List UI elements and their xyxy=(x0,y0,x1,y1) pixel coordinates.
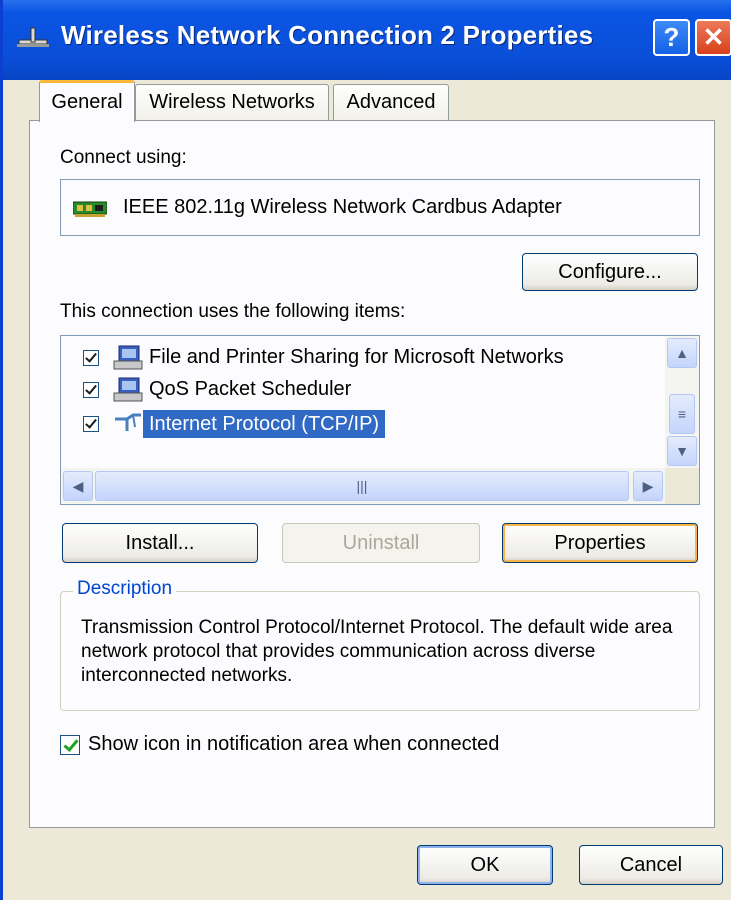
protocol-icon xyxy=(115,413,141,431)
general-tab-panel: Connect using: IEEE 802.11g Wireless Net… xyxy=(29,120,715,828)
chevron-right-icon: ▶ xyxy=(642,477,654,494)
network-service-icon xyxy=(113,345,143,370)
tab-advanced[interactable]: Advanced xyxy=(333,84,449,120)
show-icon-checkbox[interactable] xyxy=(60,735,80,755)
description-title: Description xyxy=(73,578,177,600)
configure-button-label: Configure... xyxy=(558,260,662,283)
uninstall-button: Uninstall xyxy=(282,523,480,563)
horizontal-scrollbar[interactable]: ◀ ||| ▶ xyxy=(61,468,665,504)
install-button-label: Install... xyxy=(125,531,195,554)
cancel-button-label: Cancel xyxy=(619,853,683,876)
properties-dialog: Wireless Network Connection 2 Properties… xyxy=(0,0,731,900)
help-button[interactable]: ? xyxy=(653,19,690,56)
items-label: This connection uses the following items… xyxy=(60,301,406,322)
vertical-scrollbar[interactable]: ▲ ≡ ▼ xyxy=(665,336,699,468)
horizontal-scroll-thumb[interactable]: ||| xyxy=(95,471,629,501)
grip-icon: ||| xyxy=(356,478,368,494)
tab-general[interactable]: General xyxy=(39,80,135,122)
grip-icon: ≡ xyxy=(677,406,687,422)
network-adapter-icon xyxy=(73,201,107,217)
list-item[interactable]: QoS Packet Scheduler xyxy=(61,374,665,406)
tab-general-label: General xyxy=(51,91,123,113)
description-text: Transmission Control Protocol/Internet P… xyxy=(81,617,673,686)
tab-wireless-networks[interactable]: Wireless Networks xyxy=(135,84,329,120)
scroll-up-button[interactable]: ▲ xyxy=(667,338,697,368)
tab-wireless-networks-label: Wireless Networks xyxy=(149,91,315,113)
network-connection-icon xyxy=(17,27,49,47)
chevron-up-icon: ▲ xyxy=(675,345,689,361)
scrollbar-corner xyxy=(665,468,699,504)
show-icon-label[interactable]: Show icon in notification area when conn… xyxy=(88,733,499,756)
ok-button[interactable]: OK xyxy=(417,845,553,885)
item-label: QoS Packet Scheduler xyxy=(149,378,352,400)
scroll-left-button[interactable]: ◀ xyxy=(63,471,93,501)
help-icon: ? xyxy=(663,22,680,52)
uninstall-button-label: Uninstall xyxy=(342,531,420,554)
close-button[interactable]: ✕ xyxy=(695,19,731,56)
configure-button[interactable]: Configure... xyxy=(522,253,698,291)
window-title: Wireless Network Connection 2 Properties xyxy=(61,20,594,50)
item-checkbox[interactable] xyxy=(83,350,99,366)
title-bar[interactable]: Wireless Network Connection 2 Properties… xyxy=(3,0,731,80)
adapter-name: IEEE 802.11g Wireless Network Cardbus Ad… xyxy=(123,196,562,218)
chevron-left-icon: ◀ xyxy=(72,477,84,494)
properties-button-label: Properties xyxy=(554,531,646,554)
close-icon: ✕ xyxy=(702,22,725,52)
chevron-down-icon: ▼ xyxy=(675,443,689,459)
tab-strip: General Wireless Networks Advanced xyxy=(3,80,731,122)
scroll-right-button[interactable]: ▶ xyxy=(633,471,663,501)
tab-advanced-label: Advanced xyxy=(346,91,436,113)
description-group: Description Transmission Control Protoco… xyxy=(60,578,700,711)
properties-button[interactable]: Properties xyxy=(502,523,698,563)
install-button[interactable]: Install... xyxy=(62,523,258,563)
item-checkbox[interactable] xyxy=(83,416,99,432)
list-item[interactable]: Internet Protocol (TCP/IP) xyxy=(61,408,665,440)
vertical-scroll-thumb[interactable]: ≡ xyxy=(669,394,695,434)
cancel-button[interactable]: Cancel xyxy=(579,845,723,885)
adapter-box: IEEE 802.11g Wireless Network Cardbus Ad… xyxy=(60,179,700,236)
item-label: File and Printer Sharing for Microsoft N… xyxy=(149,346,564,368)
components-list[interactable]: File and Printer Sharing for Microsoft N… xyxy=(60,335,700,505)
item-label: Internet Protocol (TCP/IP) xyxy=(143,410,386,438)
list-item[interactable]: File and Printer Sharing for Microsoft N… xyxy=(61,342,665,374)
item-checkbox[interactable] xyxy=(83,382,99,398)
connect-using-label: Connect using: xyxy=(60,147,187,168)
ok-button-label: OK xyxy=(470,853,500,876)
network-service-icon xyxy=(113,377,143,402)
scroll-down-button[interactable]: ▼ xyxy=(667,436,697,466)
